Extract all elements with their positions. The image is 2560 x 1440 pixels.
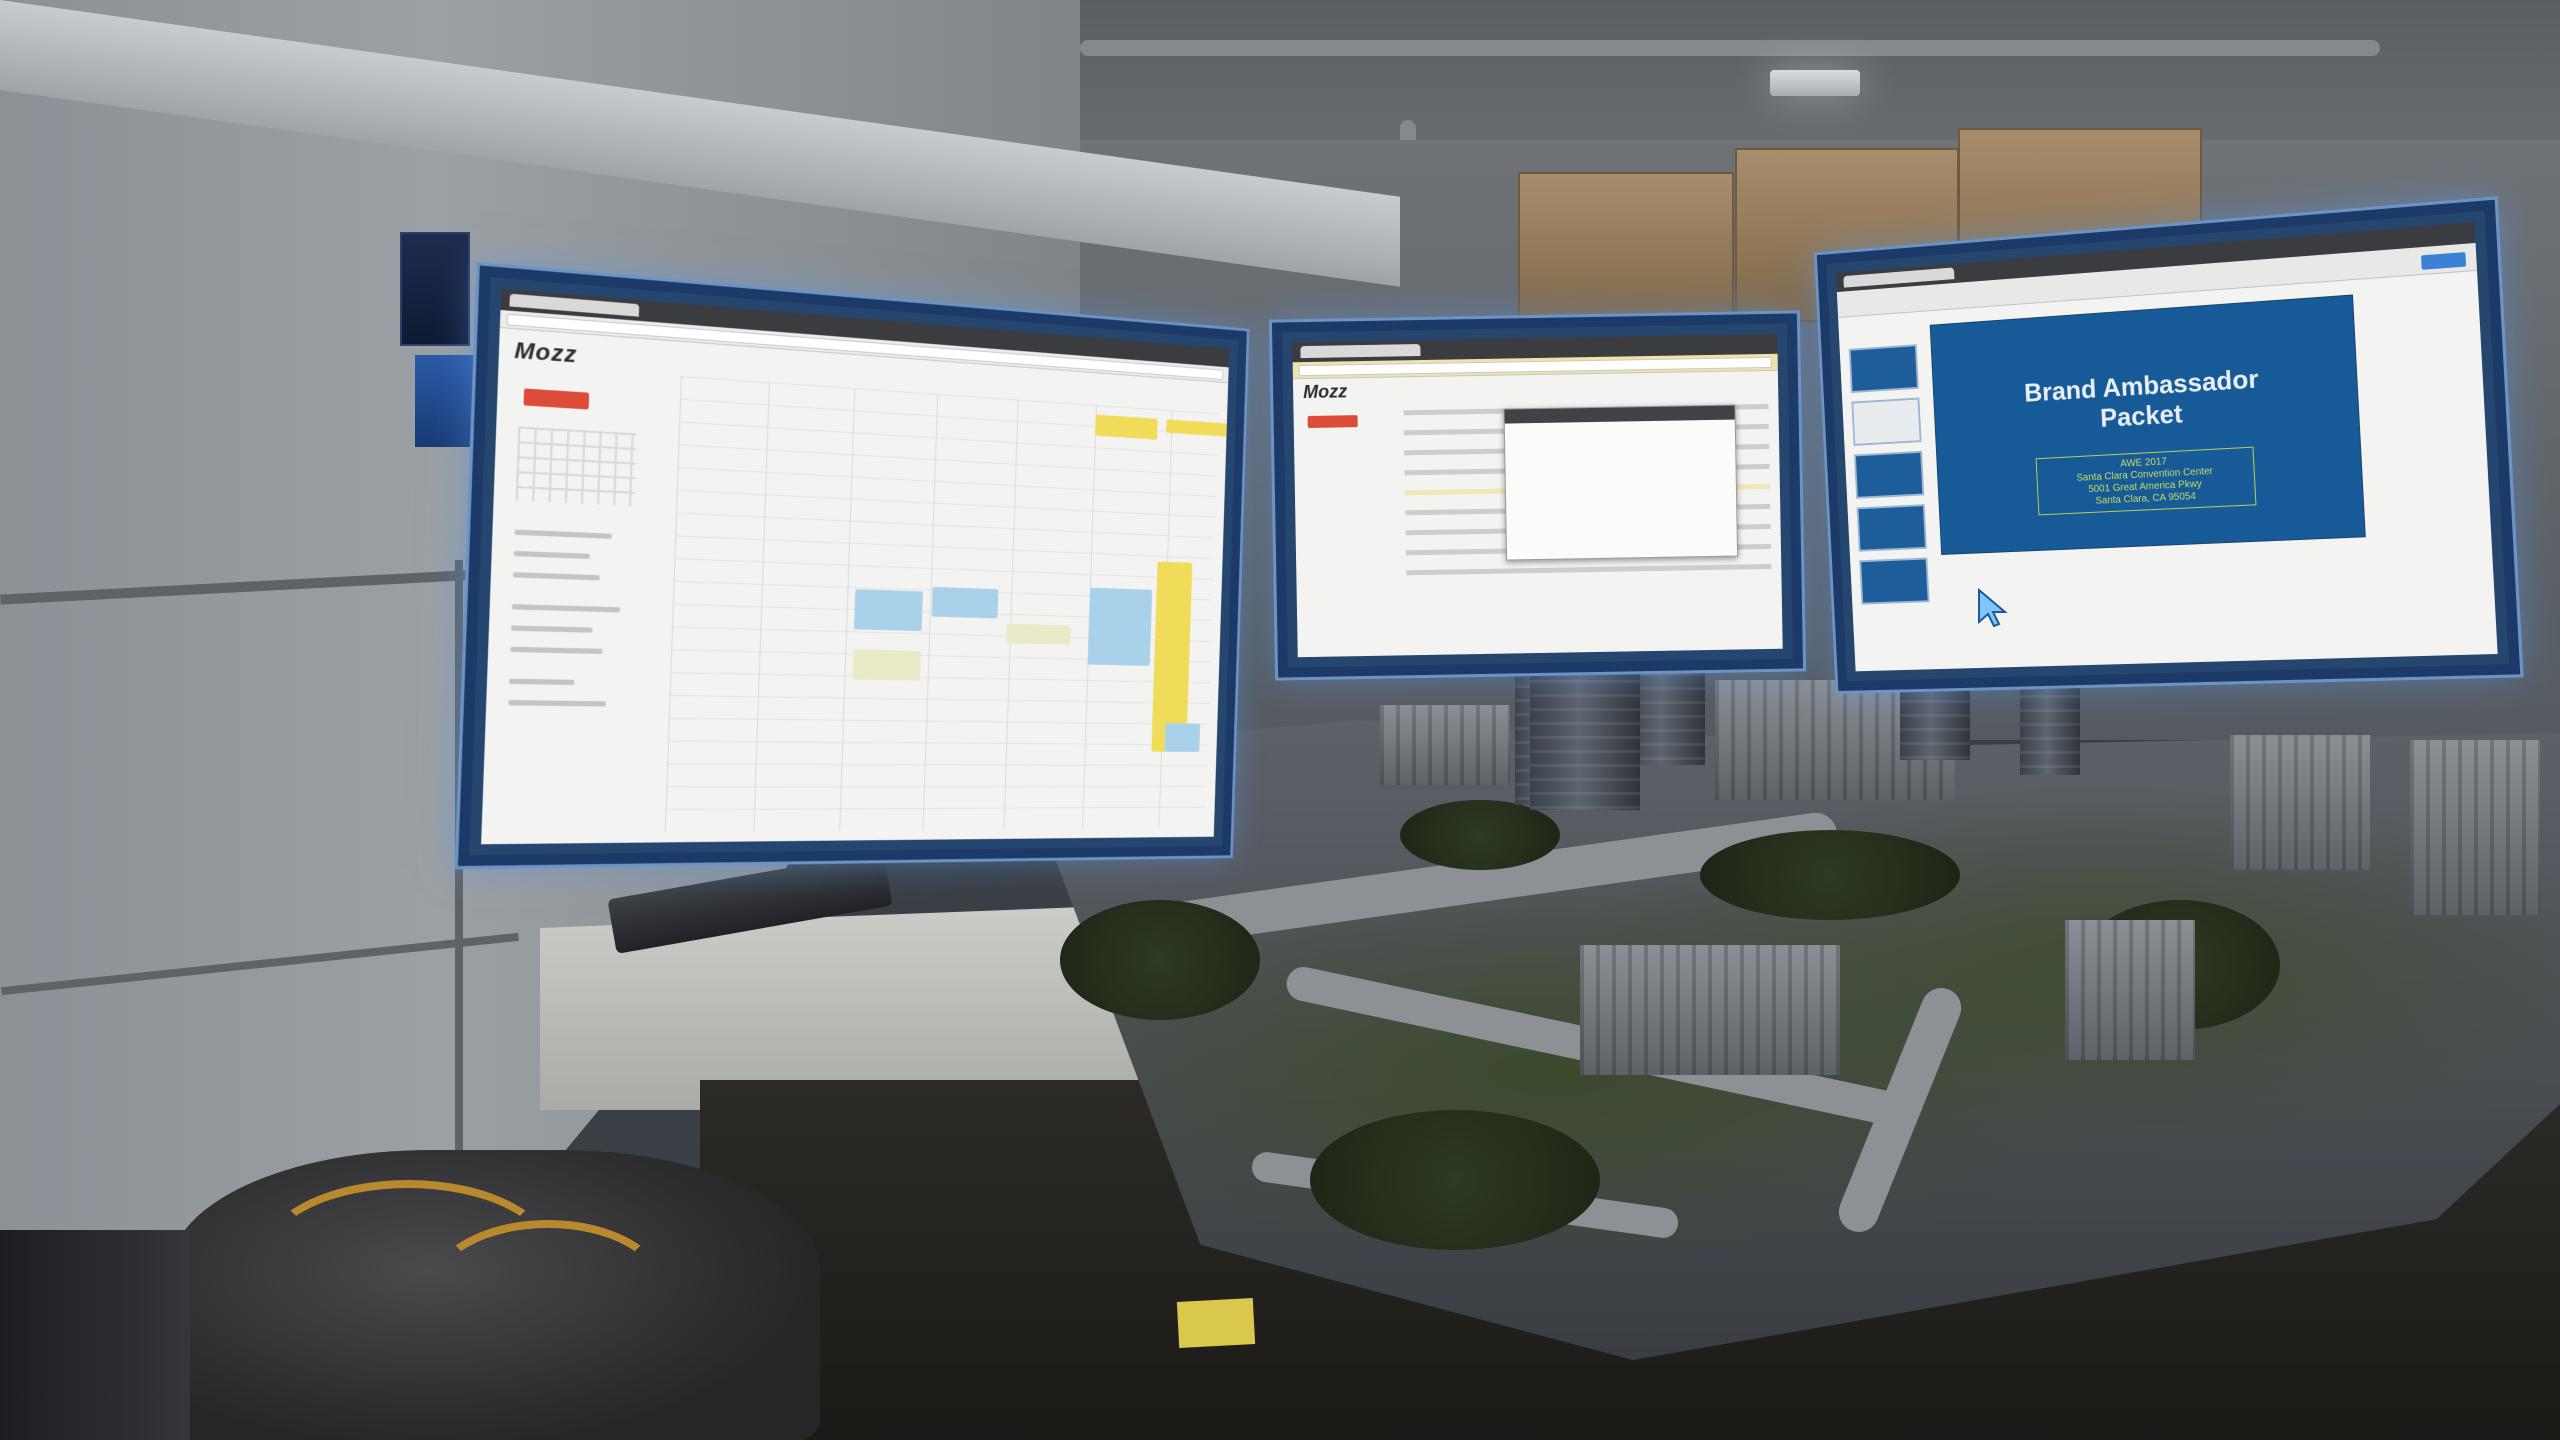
- city-trees: [1060, 900, 1260, 1020]
- backpack-strap: [430, 1220, 666, 1356]
- calendar-list-item[interactable]: [509, 678, 575, 686]
- virtual-monitor-left[interactable]: Mozz: [457, 265, 1247, 867]
- virtual-monitor-right[interactable]: Brand Ambassador Packet AWE 2017 Santa C…: [1816, 199, 2521, 692]
- mail-app-icon: Mozz: [1302, 381, 1348, 403]
- calendar-event[interactable]: [1164, 723, 1201, 752]
- wall-poster: [400, 232, 470, 346]
- calendar-event[interactable]: [1005, 623, 1071, 645]
- sticky-note: [1176, 1298, 1256, 1348]
- city-trees: [1700, 830, 1960, 920]
- slide-thumbnail[interactable]: [1851, 397, 1922, 446]
- calendar-list-item[interactable]: [513, 550, 590, 560]
- city-building: [1580, 945, 1840, 1075]
- calendar-list-item[interactable]: [508, 699, 607, 707]
- browser-tab[interactable]: [1300, 344, 1421, 359]
- slide-thumbnail[interactable]: [1859, 557, 1930, 605]
- cardboard-box: [1518, 172, 1734, 326]
- mail-row[interactable]: [1406, 563, 1772, 576]
- create-event-button[interactable]: [523, 388, 590, 410]
- calendar-list-item[interactable]: [514, 529, 613, 539]
- compose-button[interactable]: [1307, 415, 1358, 428]
- city-trees: [1400, 800, 1560, 870]
- ceiling-light: [1770, 70, 1860, 96]
- mini-calendar[interactable]: [515, 426, 637, 507]
- mail-window[interactable]: Mozz: [1292, 333, 1783, 658]
- calendar-event[interactable]: [853, 589, 923, 632]
- virtual-monitor-middle[interactable]: Mozz: [1271, 313, 1804, 678]
- calendar-event[interactable]: [1166, 419, 1227, 437]
- message-popup[interactable]: [1503, 404, 1739, 561]
- mixed-reality-scene: Mozz Mozz Brand Ambassador Packet AWE 20…: [0, 0, 2560, 1440]
- city-building: [2410, 740, 2540, 915]
- calendar-list-item[interactable]: [510, 646, 603, 655]
- slides-window[interactable]: Brand Ambassador Packet AWE 2017 Santa C…: [1835, 222, 2498, 672]
- calendar-list-item[interactable]: [512, 572, 600, 581]
- city-building: [2065, 920, 2195, 1060]
- ceiling-duct: [1080, 40, 2380, 56]
- pointer-cursor-icon: [1978, 588, 2008, 628]
- slide-thumbnail[interactable]: [1848, 344, 1919, 394]
- slide-thumbnail[interactable]: [1854, 450, 1925, 499]
- calendar-event[interactable]: [852, 649, 921, 681]
- popup-header: [1504, 405, 1735, 424]
- city-building: [2230, 735, 2370, 870]
- calendar-event[interactable]: [1087, 587, 1153, 666]
- calendar-event[interactable]: [1094, 414, 1158, 440]
- slide-thumbnail[interactable]: [1856, 504, 1927, 552]
- calendar-app-icon: Mozz: [514, 336, 578, 368]
- calendar-window[interactable]: Mozz: [481, 288, 1230, 845]
- city-building: [1380, 705, 1510, 785]
- calendar-event[interactable]: [931, 586, 999, 619]
- calendar-list-item[interactable]: [510, 625, 593, 633]
- calendar-list-item[interactable]: [511, 604, 621, 613]
- slide-title: Brand Ambassador Packet: [2023, 363, 2260, 433]
- city-trees: [1310, 1110, 1600, 1250]
- slide-event-info: AWE 2017 Santa Clara Convention Center 5…: [2035, 446, 2257, 516]
- calendar-week-grid[interactable]: [664, 375, 1227, 832]
- chair: [0, 1230, 190, 1440]
- current-slide[interactable]: Brand Ambassador Packet AWE 2017 Santa C…: [1930, 295, 2365, 554]
